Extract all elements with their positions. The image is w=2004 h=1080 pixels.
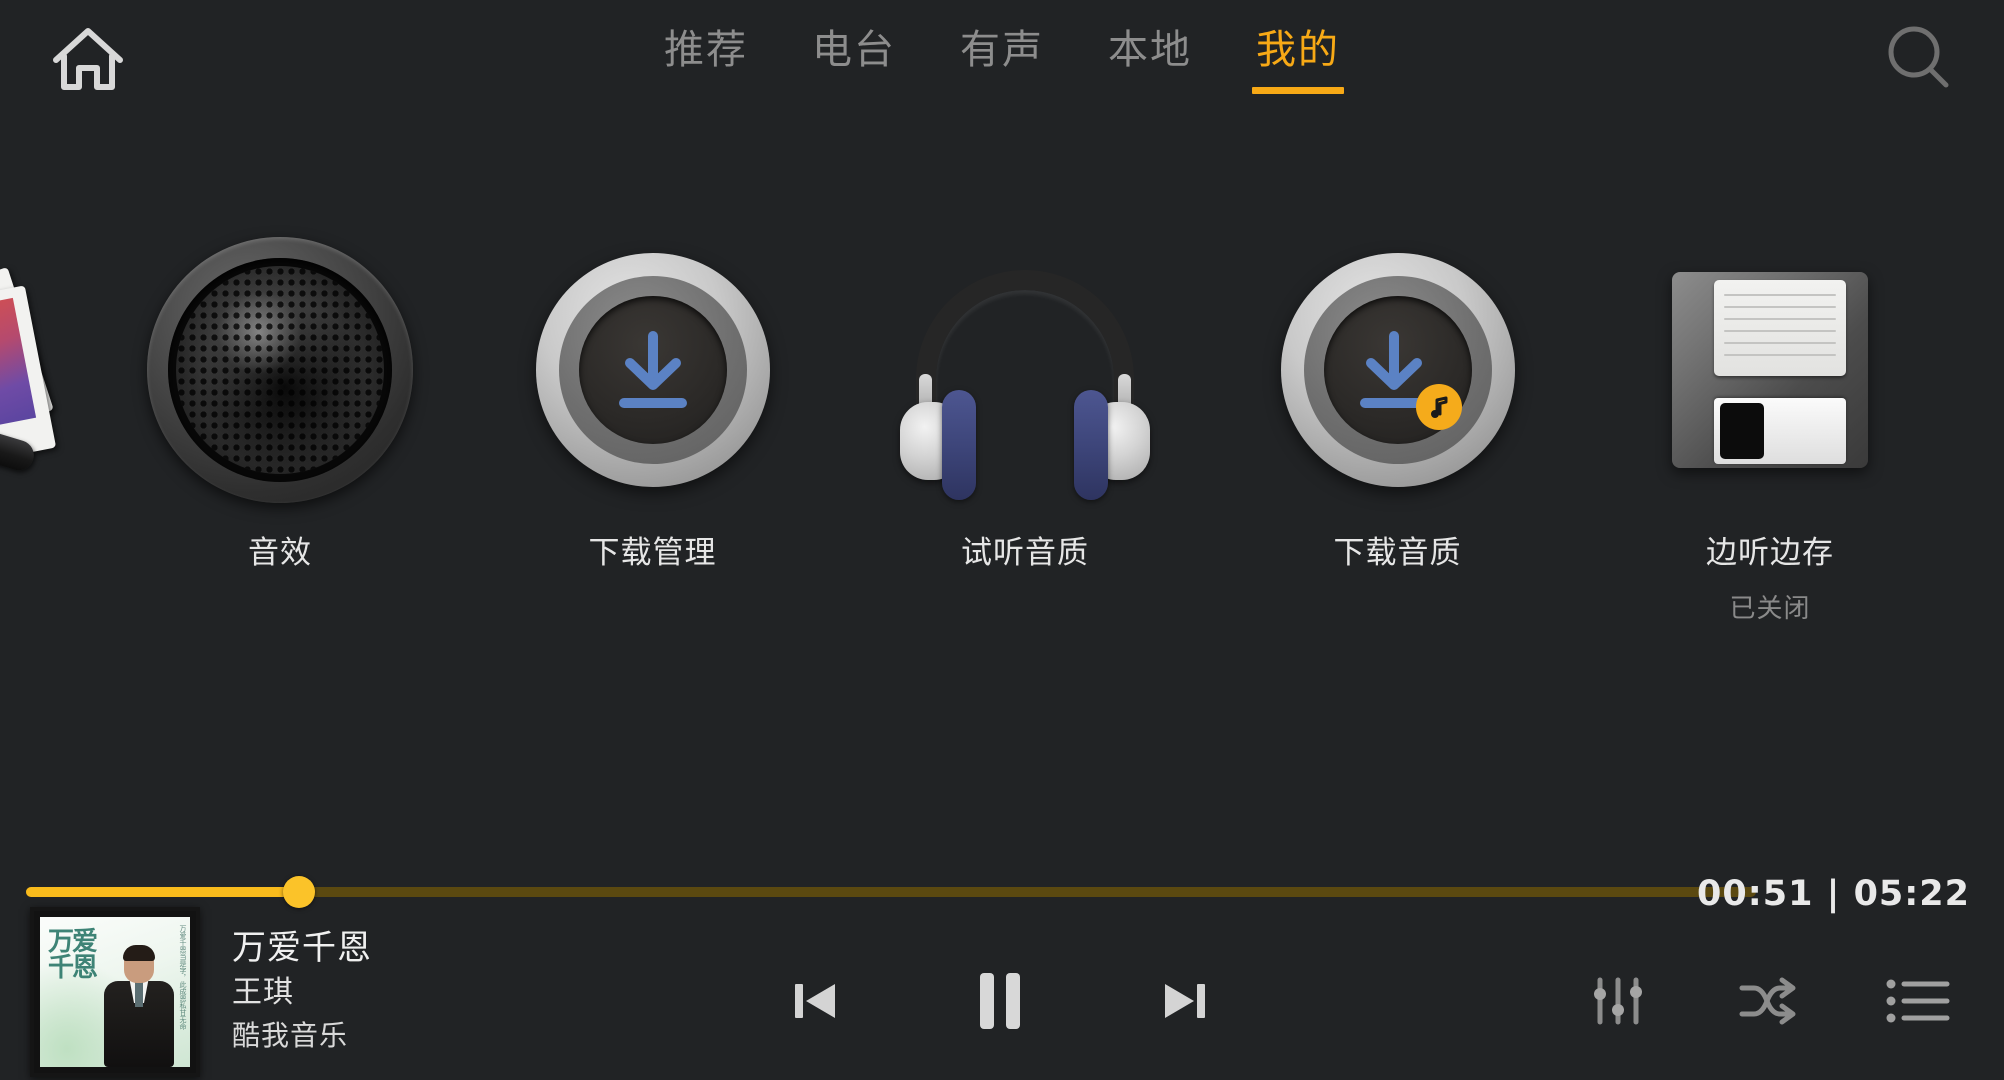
headphones-icon — [890, 235, 1160, 505]
tab-local[interactable]: 本地 — [1102, 24, 1198, 94]
feature-sound-effects[interactable]: 音效 — [130, 235, 430, 572]
equalizer-button[interactable] — [1568, 953, 1668, 1053]
photo-sheet-back — [0, 267, 54, 440]
previous-button[interactable] — [760, 953, 870, 1053]
progress-fill — [26, 887, 300, 897]
tab-radio[interactable]: 电台 — [806, 24, 902, 94]
feature-status-text: 已关闭 — [1729, 594, 1811, 624]
skip-next-icon — [1155, 971, 1215, 1035]
floppy-disk-icon — [1635, 235, 1905, 505]
progress-slider[interactable] — [26, 876, 1756, 908]
song-title: 万爱千恩 — [232, 928, 372, 968]
feature-download-quality[interactable]: 下载音质 — [1248, 235, 1548, 572]
playlist-icon — [1885, 975, 1951, 1031]
download-music-circle-icon — [1263, 235, 1533, 505]
skip-previous-icon — [785, 971, 845, 1035]
feature-label: 下载管理 — [588, 535, 717, 571]
progress-thumb[interactable] — [283, 876, 316, 908]
feature-streaming-quality[interactable]: 试听音质 — [875, 235, 1175, 572]
secondary-controls — [1568, 953, 1968, 1053]
equalizer-icon — [1587, 970, 1649, 1036]
song-artist: 王琪 — [232, 975, 294, 1010]
progress-row: 00:51 | 05:22 — [0, 860, 2004, 930]
next-button[interactable] — [1130, 953, 1240, 1053]
photo-sheet-front — [0, 285, 57, 468]
music-note-badge-icon — [1415, 384, 1462, 430]
tab-audio[interactable]: 有声 — [954, 24, 1050, 94]
shuffle-button[interactable] — [1718, 953, 1818, 1053]
album-art[interactable]: 万爱千恩 万爱千恩当是字，此成恩私甘无命 — [30, 907, 200, 1077]
top-navigation-bar: 推荐 电台 有声 本地 我的 — [0, 0, 2004, 125]
feature-label: 下载音质 — [1333, 535, 1462, 571]
song-metadata: 万爱千恩 王琪 酷我音乐 — [232, 925, 662, 1057]
pen-icon — [0, 410, 38, 475]
feature-label: 试听音质 — [961, 535, 1089, 571]
feature-label: 边听边存 — [1706, 535, 1834, 571]
shuffle-icon — [1736, 972, 1800, 1034]
feature-grid: 音效 下载管理 试听音质 下载音质 边听边存 已关闭 — [130, 235, 1920, 655]
playlist-button[interactable] — [1868, 953, 1968, 1053]
transport-controls — [760, 953, 1240, 1053]
feature-download-manager[interactable]: 下载管理 — [503, 235, 803, 572]
pause-icon — [971, 969, 1029, 1037]
photo-gradient — [0, 297, 37, 434]
feature-label: 音效 — [248, 535, 312, 571]
time-display: 00:51 | 05:22 — [1697, 874, 1970, 914]
album-cover-side-text: 万爱千恩当是字，此成恩私甘无命 — [179, 925, 187, 1030]
feature-save-while-listening[interactable]: 边听边存 已关闭 — [1620, 235, 1920, 625]
search-button[interactable] — [1871, 16, 1966, 106]
tab-recommend[interactable]: 推荐 — [658, 24, 754, 94]
download-circle-icon — [518, 235, 788, 505]
album-cover-title-text: 万爱千恩 — [48, 927, 98, 983]
album-cover-image: 万爱千恩 万爱千恩当是字，此成恩私甘无命 — [40, 917, 190, 1067]
player-bar: 万爱千恩 万爱千恩当是字，此成恩私甘无命 万爱千恩 王琪 酷我音乐 — [0, 907, 2004, 1080]
theme-card-partial-icon — [0, 267, 81, 526]
speaker-icon — [145, 235, 415, 505]
song-source: 酷我音乐 — [232, 1019, 349, 1052]
album-cover-person — [102, 945, 176, 1067]
tab-mine[interactable]: 我的 — [1250, 24, 1346, 94]
tab-list: 推荐 电台 有声 本地 我的 — [0, 0, 2004, 120]
search-icon — [1882, 22, 1956, 100]
play-pause-button[interactable] — [945, 953, 1055, 1053]
